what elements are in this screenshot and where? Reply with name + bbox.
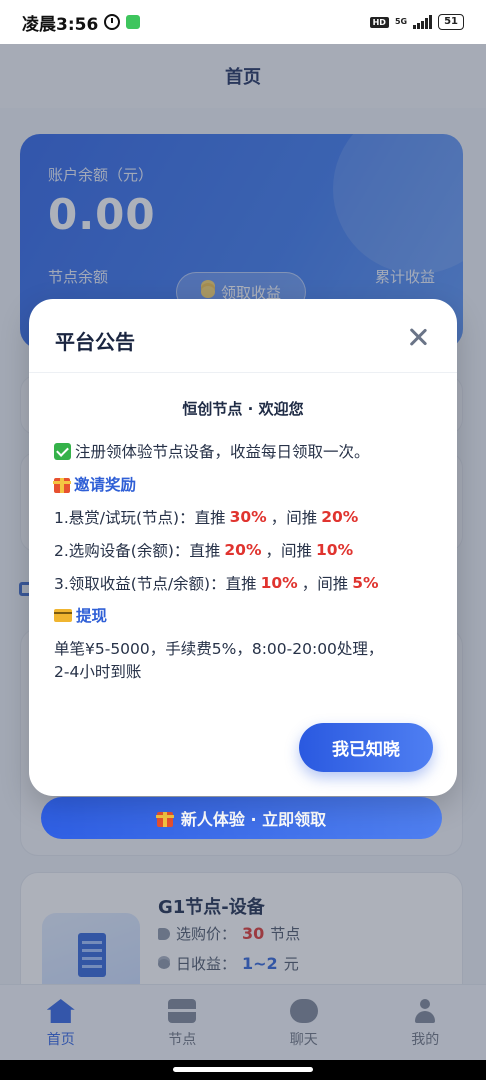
newbie-claim-label: 新人体验 · 立即领取 (180, 810, 327, 829)
withdraw-title: 提现 (76, 607, 108, 625)
rule-sep: ，间推 (301, 575, 349, 593)
invite-reward-heading: 邀请奖励 (53, 473, 137, 495)
rule-sep: ，间推 (270, 509, 318, 527)
rule-text: 3.领取收益(节点/余额)：直推 (54, 575, 257, 593)
invite-reward-title: 邀请奖励 (74, 476, 137, 494)
withdraw-line: 2-4小时到账 (54, 660, 141, 682)
app-notification-icon (126, 15, 141, 29)
rule-line: 2.选购设备(余额)：直推 20% ，间推 10% (54, 539, 353, 561)
rule-line: 3.领取收益(节点/余额)：直推 10% ，间推 5% (54, 572, 379, 594)
withdraw-heading: 提现 (54, 604, 107, 626)
hd-badge: HD (369, 16, 389, 28)
status-indicators: HD 5G 51 (369, 14, 464, 30)
rule-direct: 10% (260, 574, 298, 592)
rule-direct: 20% (224, 541, 262, 559)
gift-icon (155, 811, 174, 827)
modal-title: 平台公告 (55, 330, 135, 354)
signal-icon (413, 15, 433, 29)
check-icon (54, 442, 71, 460)
withdraw-line: 单笔¥5-5000，手续费5%，8:00-20:00处理， (54, 637, 383, 659)
notice-line: 注册领体验节点设备，收益每日领取一次。 (54, 440, 370, 462)
rule-text: 2.选购设备(余额)：直推 (54, 542, 221, 560)
home-indicator[interactable] (173, 1067, 313, 1072)
rule-indirect: 10% (316, 541, 354, 559)
announcement-modal: 平台公告 恒创节点 · 欢迎您 注册领体验节点设备，收益每日领取一次。 邀请奖励… (29, 299, 457, 796)
rule-sep: ，间推 (265, 542, 313, 560)
acknowledge-button[interactable]: 我已知晓 (299, 723, 433, 772)
status-time: 凌晨3:56 (22, 14, 99, 35)
rule-line: 1.悬赏/试玩(节点)：直推 30% ，间推 20% (54, 506, 358, 528)
notice-text: 注册领体验节点设备，收益每日领取一次。 (75, 443, 370, 461)
withdraw-text-1: 单笔¥5-5000，手续费5%，8:00-20:00处理， (54, 640, 384, 658)
close-icon[interactable] (409, 328, 427, 346)
modal-header: 平台公告 (29, 299, 457, 373)
rule-indirect: 20% (321, 508, 359, 526)
credit-card-icon (54, 608, 72, 622)
rule-indirect: 5% (352, 574, 379, 592)
rule-text: 1.悬赏/试玩(节点)：直推 (54, 509, 226, 527)
withdraw-text-2: 2-4小时到账 (54, 663, 142, 681)
modal-subtitle: 恒创节点 · 欢迎您 (182, 400, 304, 418)
battery-icon: 51 (438, 14, 464, 30)
alarm-icon (104, 14, 121, 30)
network-type: 5G (394, 17, 408, 26)
status-bar: 凌晨3:56 HD 5G 51 (0, 0, 486, 44)
rule-direct: 30% (229, 508, 267, 526)
gift-icon (53, 477, 71, 493)
newbie-claim-button[interactable]: 新人体验 · 立即领取 (41, 797, 442, 839)
